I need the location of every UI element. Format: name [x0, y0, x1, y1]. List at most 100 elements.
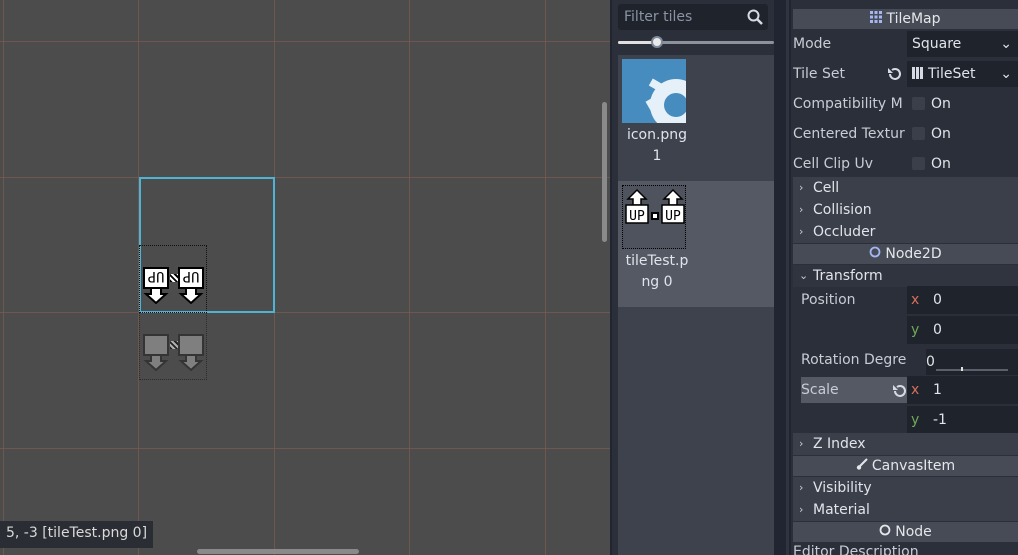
revert-icon[interactable]: [891, 382, 907, 398]
tile-list-item-icon[interactable]: icon.png 1: [618, 55, 774, 181]
cell-clip-uv-checkbox[interactable]: On: [907, 151, 1018, 177]
cell-group[interactable]: › Cell: [793, 177, 1018, 199]
rotation-value: 0: [926, 354, 935, 370]
checkbox-icon: [912, 127, 925, 140]
filter-tiles-input[interactable]: [618, 4, 744, 30]
editor-description-label: Editor Description: [793, 544, 919, 555]
rotation-slider-field[interactable]: 0: [926, 349, 1018, 375]
zoom-slider-handle[interactable]: [651, 36, 663, 48]
canvasitem-section-header: CanvasItem: [793, 456, 1018, 476]
rotation-slider-grabber[interactable]: [961, 367, 963, 371]
scale-x-field[interactable]: x1: [907, 376, 1018, 404]
centered-textures-property: Centered Textur On: [791, 120, 1018, 148]
tileset-icon: [912, 67, 924, 79]
group-label: Visibility: [813, 480, 872, 496]
tile-list: icon.png 1 UP UP tileTest.png 0: [618, 55, 774, 555]
grid-line: [0, 312, 610, 313]
cell-clip-uv-label: Cell Clip Uv: [793, 156, 874, 172]
rotation-label: Rotation Degre: [801, 352, 907, 368]
grid-line: [0, 41, 610, 42]
cell-clip-uv-property: Cell Clip Uv On: [791, 150, 1018, 178]
mode-property: Mode Square ⌄: [791, 30, 1018, 58]
checkbox-icon: [912, 97, 925, 110]
chevron-right-icon: ›: [799, 481, 804, 494]
tile-list-item-label: icon.png 1: [626, 127, 688, 164]
tileset-resource-picker[interactable]: TileSet ⌄: [907, 61, 1018, 87]
tilemap-section-title: TileMap: [886, 11, 941, 27]
viewport-vertical-scrollbar[interactable]: [602, 102, 607, 242]
compatibility-mode-checkbox[interactable]: On: [907, 91, 1018, 117]
revert-icon[interactable]: [886, 66, 902, 82]
position-x-value: 0: [933, 292, 942, 308]
chevron-right-icon: ›: [799, 181, 804, 194]
tilemap-viewport[interactable]: UP UP 5, -3 [tileTest.png 0]: [0, 0, 610, 555]
down-arrow-icon: [142, 333, 170, 372]
node-section-title: Node: [895, 524, 932, 540]
chevron-right-icon: ›: [799, 225, 804, 238]
filter-tiles-box: [618, 4, 768, 30]
search-icon[interactable]: [746, 8, 764, 26]
inspector-panel: TileMap Mode Square ⌄ Tile Set TileSet ⌄…: [791, 0, 1018, 555]
cursor-status-label: 5, -3 [tileTest.png 0]: [0, 521, 154, 548]
compatibility-mode-label: Compatibility M: [793, 96, 903, 112]
scale-y-field[interactable]: y -1: [907, 406, 1018, 434]
transform-group[interactable]: ⌄ Transform: [793, 265, 1018, 287]
godot-icon: [622, 59, 686, 123]
chevron-right-icon: ›: [799, 503, 804, 516]
position-x-field[interactable]: x0: [907, 286, 1018, 314]
group-label: Material: [813, 502, 870, 518]
up-arrows-tile: UP UP: [622, 185, 686, 249]
material-group[interactable]: › Material: [793, 499, 1018, 521]
x-axis-label: x: [911, 292, 920, 308]
tile-list-item-label: tileTest.png 0: [625, 253, 689, 290]
scale-label: Scale: [801, 382, 839, 398]
z-index-group[interactable]: › Z Index: [793, 433, 1018, 455]
visibility-group[interactable]: › Visibility: [793, 477, 1018, 499]
group-label: Collision: [813, 202, 872, 218]
group-label: Occluder: [813, 224, 876, 240]
x-axis-label: x: [911, 382, 920, 398]
position-y-field[interactable]: y0: [907, 316, 1018, 344]
tileset-value: TileSet: [928, 66, 976, 82]
brush-icon: [856, 456, 868, 476]
down-arrow-icon: UP: [177, 266, 205, 305]
checkbox-label: On: [931, 96, 951, 112]
tile-list-item-tiletest[interactable]: UP UP tileTest.png 0: [618, 181, 774, 307]
tile-palette: icon.png 1 UP UP tileTest.png 0: [612, 0, 774, 555]
mode-label: Mode: [793, 36, 832, 52]
checkbox-icon: [912, 157, 925, 170]
viewport-horizontal-scrollbar[interactable]: [197, 549, 359, 554]
compatibility-mode-property: Compatibility M On: [791, 90, 1018, 118]
svg-text:UP: UP: [183, 268, 200, 284]
down-arrow-icon: [177, 333, 205, 372]
position-label: Position: [801, 292, 856, 308]
position-y-value: 0: [933, 322, 942, 338]
group-label: Z Index: [813, 436, 866, 452]
grid-line: [409, 0, 410, 555]
tile-ghost: [139, 312, 207, 380]
svg-text:UP: UP: [665, 209, 681, 224]
inspector-scroll-track[interactable]: [786, 0, 789, 555]
collision-group[interactable]: › Collision: [793, 199, 1018, 221]
scale-label-box: Scale: [801, 377, 909, 403]
node-section-header: Node: [793, 522, 1018, 542]
grid-line: [3, 0, 4, 555]
occluder-group[interactable]: › Occluder: [793, 221, 1018, 243]
checkbox-label: On: [931, 156, 951, 172]
tilemap-icon: [870, 9, 883, 29]
mode-value: Square: [912, 36, 962, 52]
node2d-section-title: Node2D: [885, 246, 942, 262]
chevron-right-icon: ›: [799, 203, 804, 216]
centered-textures-checkbox[interactable]: On: [907, 121, 1018, 147]
checkbox-label: On: [931, 126, 951, 142]
tile-zoom-slider[interactable]: [618, 36, 774, 48]
chevron-down-icon: ⌄: [1000, 66, 1012, 82]
y-axis-label: y: [911, 412, 920, 428]
grid-line: [545, 0, 546, 555]
tilemap-section-header: TileMap: [793, 9, 1018, 29]
y-axis-label: y: [911, 322, 920, 338]
down-arrow-icon: UP: [142, 266, 170, 305]
mode-dropdown[interactable]: Square ⌄: [907, 31, 1018, 57]
node2d-section-header: Node2D: [793, 244, 1018, 264]
centered-textures-label: Centered Textur: [793, 126, 905, 142]
